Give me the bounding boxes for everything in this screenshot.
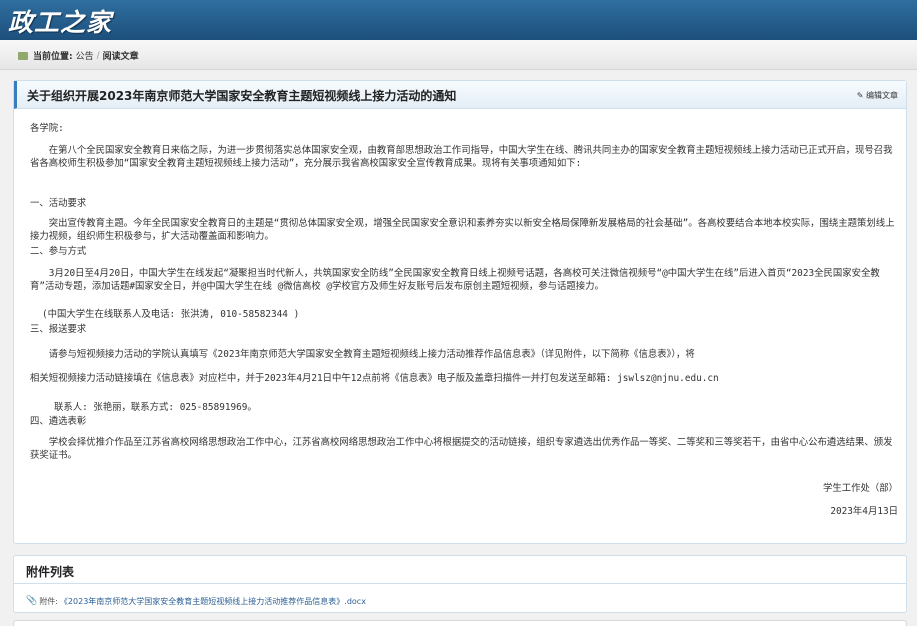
attachments-title: 附件列表 <box>26 565 75 579</box>
signature: 学生工作处（部） <box>822 483 898 494</box>
edit-article-button[interactable]: ✎ 编辑文章 <box>857 90 898 101</box>
section-1-body: 突出宣传教育主题。今年全民国家安全教育日的主题是“贯彻总体国家安全观，增强全民国… <box>30 218 895 242</box>
section-2-title: 二、参与方式 <box>30 246 87 257</box>
attachments-divider <box>14 583 906 584</box>
breadcrumb-prefix: 当前位置: <box>33 52 73 62</box>
attachment-file-link[interactable]: 《2023年南京师范大学国家安全教育主题短视频线上接力活动推荐作品信息表》.do… <box>60 596 366 607</box>
section-3-contact: 联系人: 张艳丽，联系方式: 025-85891969。 <box>54 402 257 413</box>
edit-article-label: 编辑文章 <box>866 91 898 100</box>
article-title: 关于组织开展2023年南京师范大学国家安全教育主题短视频线上接力活动的通知 <box>27 89 457 103</box>
section-2-body: 3月20日至4月20日，中国大学生在线发起“凝聚担当时代新人，共筑国家安全防线”… <box>30 268 880 292</box>
attachment-prefix: 附件: <box>39 597 58 606</box>
section-2-contact: (中国大学生在线联系人及电话: 张洪涛, 010-58582344 ) <box>42 309 300 320</box>
bottom-card <box>13 620 907 626</box>
section-4-body: 学校会择优推介作品至江苏省高校网络思想政治工作中心，江苏省高校网络思想政治工作中… <box>30 437 893 461</box>
attachment-item: 📎 附件: 《2023年南京师范大学国家安全教育主题短视频线上接力活动推荐作品信… <box>26 596 366 607</box>
article-card: 关于组织开展2023年南京师范大学国家安全教育主题短视频线上接力活动的通知 ✎ … <box>13 80 907 544</box>
breadcrumb-separator: / <box>96 50 100 61</box>
home-icon <box>18 51 28 60</box>
breadcrumb-item-notice[interactable]: 公告 <box>76 49 94 62</box>
breadcrumb: 当前位置: 公告 / 阅读文章 <box>18 49 139 62</box>
breadcrumb-item-current: 阅读文章 <box>102 52 139 62</box>
section-3-body-1: 请参与短视频接力活动的学院认真填写《2023年南京师范大学国家安全教育主题短视频… <box>48 349 695 360</box>
site-logo[interactable]: 政工之家 <box>8 3 112 39</box>
site-header: 政工之家 <box>0 0 917 40</box>
section-1-title: 一、活动要求 <box>30 198 87 209</box>
publish-date: 2023年4月13日 <box>830 506 898 517</box>
salutation: 各学院: <box>30 123 64 134</box>
section-4-title: 四、遴选表彰 <box>30 416 87 427</box>
intro-paragraph: 在第八个全民国家安全教育日来临之际，为进一步贯彻落实总体国家安全观，由教育部思想… <box>30 145 893 169</box>
paperclip-icon: 📎 <box>26 596 38 606</box>
breadcrumb-bar: 当前位置: 公告 / 阅读文章 <box>0 40 917 70</box>
section-3-title: 三、报送要求 <box>30 324 87 335</box>
section-3-body-2: 相关短视频接力活动链接填在《信息表》对应栏中，并于2023年4月21日中午12点… <box>30 373 719 384</box>
article-header: 关于组织开展2023年南京师范大学国家安全教育主题短视频线上接力活动的通知 ✎ … <box>14 81 906 109</box>
